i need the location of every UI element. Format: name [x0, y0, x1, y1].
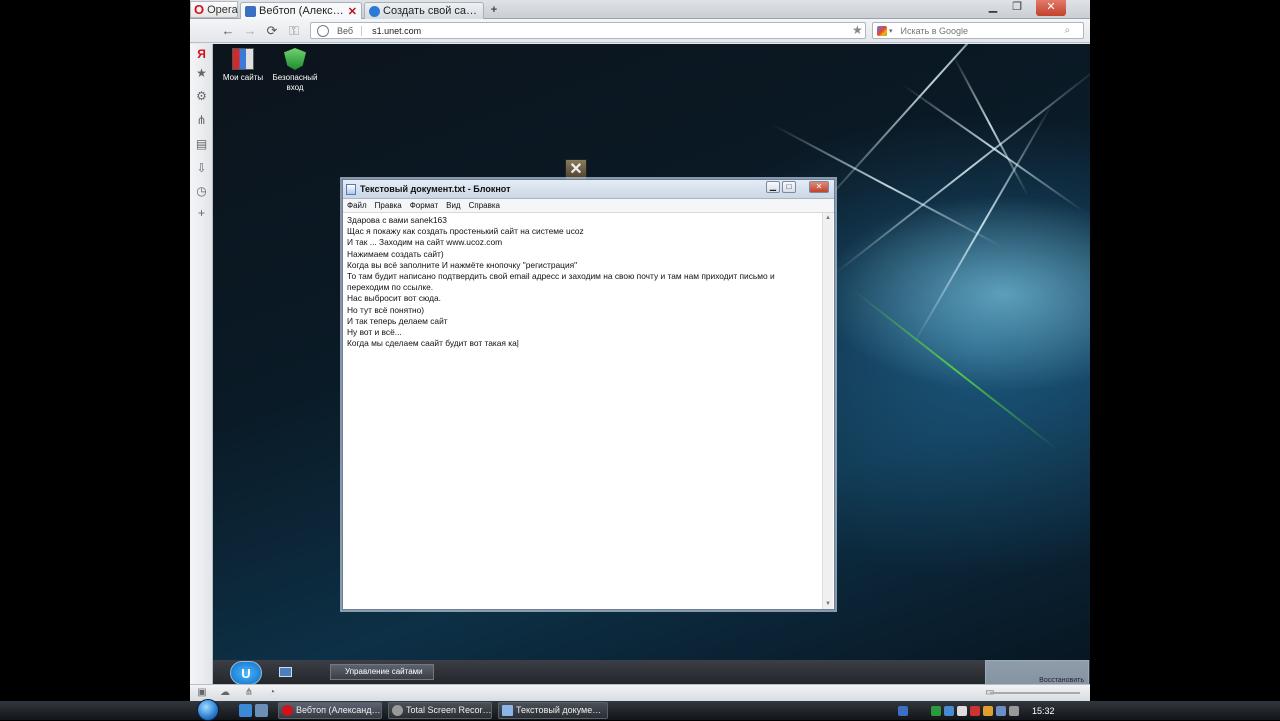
scroll-up-icon[interactable]: ▲: [825, 215, 831, 221]
screen-border-right: [1090, 0, 1280, 701]
webtop-favicon-icon: [245, 5, 256, 17]
ucoz-favicon-icon: [369, 5, 380, 17]
taskbar-item-label: Total Screen Recor…: [406, 705, 492, 715]
menu-view[interactable]: Вид: [446, 199, 460, 212]
remote-taskbar: U Управление сайтами Восстановить: [213, 660, 1090, 700]
taskbar-item-recorder[interactable]: Total Screen Recor…: [388, 702, 492, 719]
icq-icon[interactable]: [931, 705, 941, 716]
key-icon[interactable]: ⚿: [286, 23, 302, 39]
opera-tray-icon[interactable]: [970, 705, 980, 716]
notepad-minimize-button[interactable]: ▁: [766, 181, 780, 193]
side-panel: Я ★ ⚙ ⋔ ▤ ⇩ ◷ +: [190, 44, 213, 684]
tab-close-icon[interactable]: ✕: [348, 5, 357, 18]
address-field[interactable]: Веб s1.unet.com: [310, 22, 866, 39]
ucoz-start-button[interactable]: U: [230, 661, 262, 685]
downloads-icon[interactable]: ⇩: [194, 161, 209, 176]
globe-icon: [317, 24, 329, 37]
tab-label: Вебтоп (Александр Пих…: [259, 5, 345, 17]
folders-icon: [232, 48, 254, 70]
x-app-icon[interactable]: ✕: [565, 159, 587, 181]
notes-icon[interactable]: ▤: [194, 137, 209, 152]
add-panel-icon[interactable]: +: [194, 206, 209, 221]
address-toolbar: ← → ⟳ ⚿ Веб s1.unet.com ★ ▾ ⌕: [190, 19, 1090, 43]
desktop-icon-my-sites[interactable]: Мои сайты: [213, 48, 273, 83]
minimize-button[interactable]: ▁: [982, 0, 1004, 16]
tab-bar: O Opera Вебтоп (Александр Пих… ✕ Создать…: [190, 0, 1090, 19]
bookmark-star-icon[interactable]: ★: [852, 23, 863, 37]
vk-icon[interactable]: [996, 705, 1006, 716]
opera-icon: [282, 705, 293, 716]
desktop-icon-secure-login[interactable]: Безопасный вход: [265, 48, 325, 93]
google-icon[interactable]: [877, 25, 887, 36]
language-icon[interactable]: [898, 705, 908, 716]
browser-status-bar: ▣ ☁ ⋔ ◔ ▭: [190, 684, 1090, 701]
network-icon[interactable]: ⋔: [243, 687, 255, 699]
notepad-maximize-button[interactable]: □: [782, 181, 796, 193]
speed-dial-icon[interactable]: ◔: [266, 687, 278, 699]
clock[interactable]: 15:32: [1032, 706, 1055, 716]
address-prefix: Веб: [333, 25, 363, 36]
system-tray: 15:32: [878, 703, 1280, 718]
history-clock-icon[interactable]: ◷: [194, 184, 209, 199]
desktop-icon-label: Мои сайты: [222, 73, 264, 82]
notepad-titlebar[interactable]: Текстовый документ.txt - Блокнот: [343, 180, 834, 199]
menu-help[interactable]: Справка: [469, 199, 500, 212]
close-button[interactable]: ✕: [1036, 0, 1066, 16]
taskbar-item-notepad[interactable]: Текстовый докуме…: [498, 702, 608, 719]
notepad-title: Текстовый документ.txt - Блокнот: [360, 184, 511, 194]
address-url[interactable]: s1.unet.com: [362, 26, 421, 36]
opera-logo-icon: O: [194, 2, 205, 17]
yandex-icon[interactable]: Я: [194, 47, 209, 62]
remote-task-site-management[interactable]: Управление сайтами: [330, 664, 434, 680]
share-icon[interactable]: ⋔: [194, 113, 209, 128]
remote-desktop: Мои сайты Безопасный вход ✕ Текстовый до…: [213, 44, 1090, 660]
back-icon[interactable]: ←: [220, 23, 236, 39]
windows-taskbar: Вебтоп (Александ… Total Screen Recor… Те…: [0, 699, 1280, 721]
search-input[interactable]: [892, 24, 1063, 37]
notepad-icon: [502, 705, 513, 716]
new-tab-button[interactable]: +: [487, 3, 501, 17]
search-icon[interactable]: ⌕: [1065, 25, 1071, 36]
tab-label: Создать свой сайт - uCoz: [383, 5, 479, 17]
tab-webtop[interactable]: Вебтоп (Александр Пих… ✕: [240, 2, 362, 19]
volume-icon[interactable]: [957, 705, 967, 716]
app-tray-icon[interactable]: [983, 705, 993, 716]
menu-file[interactable]: Файл: [347, 199, 367, 212]
panel-toggle-icon[interactable]: ▣: [196, 687, 208, 699]
notepad-scrollbar[interactable]: ▲ ▼: [822, 213, 833, 609]
misc-tray-icon[interactable]: [1009, 705, 1019, 716]
notepad-window: Текстовый документ.txt - Блокнот ▁ □ ✕ Ф…: [342, 179, 835, 610]
notepad-icon: [346, 183, 356, 195]
notepad-menu-bar: Файл Правка Формат Вид Справка: [343, 199, 834, 213]
zoom-slider[interactable]: [990, 692, 1080, 694]
show-desktop-icon[interactable]: [279, 667, 292, 677]
cloud-icon[interactable]: ☁: [219, 687, 231, 699]
notepad-text-area[interactable]: Здарова с вами sanek163 Щас я покажу как…: [347, 215, 821, 607]
restore-button[interactable]: ❐: [1006, 0, 1028, 16]
opera-button-label: Opera: [207, 3, 238, 16]
menu-format[interactable]: Формат: [410, 199, 438, 212]
shield-check-icon: [284, 48, 306, 70]
show-desktop-quicklaunch-icon[interactable]: [255, 704, 268, 717]
desktop-icon-label: Безопасный вход: [272, 73, 318, 92]
taskbar-item-webtop[interactable]: Вебтоп (Александ…: [278, 702, 382, 719]
notepad-close-button[interactable]: ✕: [809, 181, 829, 193]
reload-icon[interactable]: ⟳: [264, 23, 280, 39]
forward-icon[interactable]: →: [242, 23, 258, 39]
network-tray-icon[interactable]: [944, 705, 954, 716]
menu-edit[interactable]: Правка: [375, 199, 402, 212]
taskbar-item-label: Текстовый докуме…: [516, 705, 602, 715]
browser-window: O Opera Вебтоп (Александр Пих… ✕ Создать…: [190, 0, 1090, 702]
scroll-down-icon[interactable]: ▼: [825, 601, 831, 607]
bookmarks-star-icon[interactable]: ★: [194, 66, 209, 81]
screen-border-left: [0, 0, 190, 701]
settings-gear-icon[interactable]: ⚙: [194, 89, 209, 104]
tab-ucoz[interactable]: Создать свой сайт - uCoz: [364, 2, 484, 19]
recorder-icon: [392, 705, 403, 716]
taskbar-item-label: Вебтоп (Александ…: [296, 705, 381, 715]
start-button[interactable]: [197, 699, 219, 721]
opera-menu-button[interactable]: O Opera: [190, 1, 238, 18]
search-field[interactable]: ▾ ⌕: [872, 22, 1084, 39]
ie-icon[interactable]: [239, 704, 252, 717]
